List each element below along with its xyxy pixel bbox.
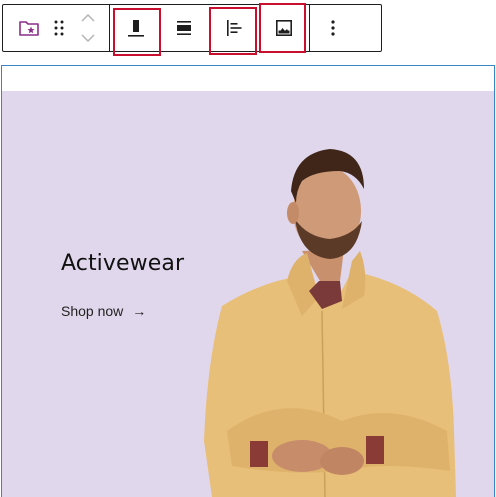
shop-now-label: Shop now <box>61 303 124 319</box>
replace-image-icon <box>275 19 292 36</box>
align-button[interactable] <box>161 5 207 51</box>
move-up-button[interactable] <box>77 7 99 29</box>
replace-image-button[interactable] <box>261 5 307 51</box>
toolbar-separator <box>309 5 310 51</box>
more-options-button[interactable] <box>313 5 353 51</box>
chevron-up-icon <box>81 14 95 22</box>
justify-button[interactable] <box>211 5 257 51</box>
justify-left-icon <box>227 20 242 36</box>
more-options-icon <box>331 20 335 36</box>
block-toolbar <box>2 4 382 52</box>
cover-block[interactable]: Activewear Shop now → <box>2 91 494 497</box>
block-type-button[interactable] <box>9 5 49 51</box>
cover-heading[interactable]: Activewear <box>61 251 184 276</box>
content-position-button[interactable] <box>113 5 159 51</box>
toolbar-separator <box>109 5 110 51</box>
move-down-button[interactable] <box>77 27 99 49</box>
drag-handle[interactable] <box>49 5 69 51</box>
shop-now-link[interactable]: Shop now → <box>61 303 146 319</box>
folder-star-icon <box>19 21 39 36</box>
full-width-icon <box>177 21 191 35</box>
chevron-down-icon <box>81 34 95 42</box>
drag-handle-icon <box>54 20 64 36</box>
arrow-right-icon: → <box>132 303 147 319</box>
align-bottom-icon <box>128 20 144 37</box>
cover-image-person <box>204 149 456 497</box>
